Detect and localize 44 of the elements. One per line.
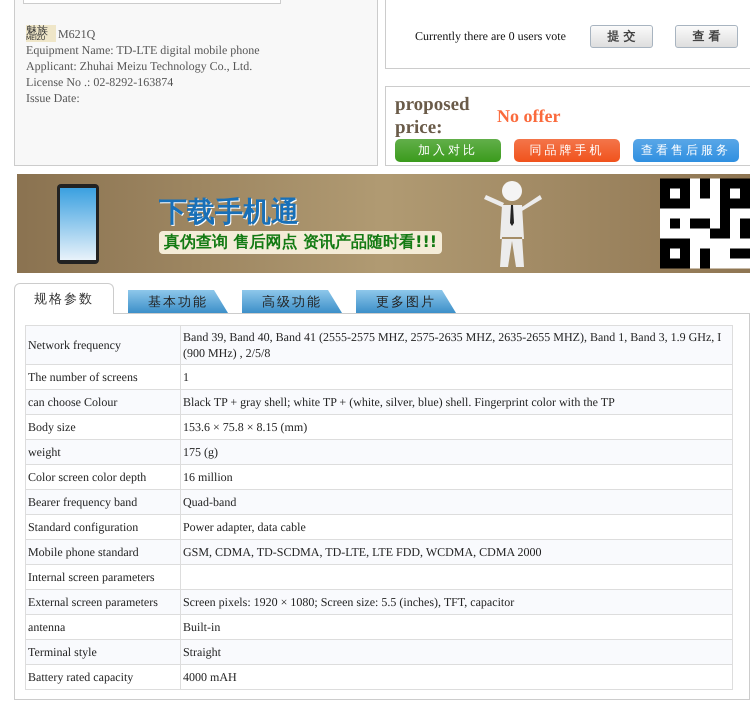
spec-name-cell: The number of screens [26, 364, 180, 390]
price-label: proposed price: [395, 93, 471, 139]
tab[interactable]: 规格参数 [14, 283, 114, 314]
tab[interactable]: 基本功能 [128, 290, 228, 313]
spec-value-cell: GSM, CDMA, TD-SCDMA, TD-LTE, LTE FDD, WCDMA, CDMA 2000 [180, 540, 732, 564]
spec-name-cell: Internal screen parameters [26, 564, 180, 590]
spec-name-cell: Body size [26, 414, 180, 440]
spec-value-cell: Screen pixels: 1920 × 1080; Screen size: 5.5 (inches), TFT, capacitor [180, 590, 732, 614]
info-line: Equipment Name: TD-LTE digital mobile phone [26, 42, 261, 58]
vote-button[interactable]: 提 交 [590, 24, 653, 48]
spec-name-cell: can choose Colour [26, 390, 180, 414]
spec-name-cell: Bearer frequency band [26, 490, 180, 514]
spec-name-cell: Network frequency [26, 326, 180, 364]
model-name: M621Q [58, 27, 96, 42]
spec-name-cell: Standard configuration [26, 514, 180, 540]
spec-name-cell: Mobile phone standard [26, 540, 180, 564]
spec-name-cell: Battery rated capacity [26, 664, 180, 690]
spec-value-cell: 4000 mAH [180, 664, 732, 690]
spec-name-cell: antenna [26, 614, 180, 640]
spec-value-cell: Band 39, Band 40, Band 41 (2555-2575 MHZ, 2575-2635 MHZ, 2635-2655 MHZ), Band 1, Band 3, 1.9 GHz, I (900 MHz) , 2/5/8 [180, 326, 732, 364]
banner-subtitle: 真伪查询 售后网点 资讯产品随时看!!! [159, 231, 442, 254]
spec-value-cell: 16 million [180, 464, 732, 490]
vote-count-text: Currently there are 0 users vote [415, 28, 566, 44]
tab[interactable]: 高级功能 [242, 290, 342, 313]
spec-value-cell: Quad-band [180, 490, 732, 514]
spec-name-cell: Terminal style [26, 640, 180, 664]
spec-value-cell: Power adapter, data cable [180, 514, 732, 540]
spec-name-cell: weight [26, 440, 180, 464]
info-line: Issue Date: [26, 90, 81, 106]
spec-value-cell: Straight [180, 640, 732, 664]
info-line: License No .: 02-8292-163874 [26, 74, 174, 90]
banner-title: 下载手机通 [159, 194, 300, 230]
spec-value-cell: Black TP + gray shell; white TP + (white, silver, blue) shell. Fingerprint color with the TP [180, 390, 732, 414]
spec-name-cell: External screen parameters [26, 590, 180, 614]
spec-value-cell: 175 (g) [180, 440, 732, 464]
spec-name-cell: Color screen color depth [26, 464, 180, 490]
spec-value-cell: 1 [180, 364, 732, 390]
input-field[interactable] [23, 0, 281, 4]
spec-value-cell: Built-in [180, 614, 732, 640]
vote-button[interactable]: 查 看 [674, 24, 738, 48]
spec-value-cell: 153.6 × 75.8 × 8.15 (mm) [180, 414, 732, 440]
price-value: No offer [497, 106, 560, 126]
tab[interactable]: 更多图片 [356, 290, 456, 313]
info-line: Applicant: Zhuhai Meizu Technology Co., Ltd. [26, 58, 254, 74]
